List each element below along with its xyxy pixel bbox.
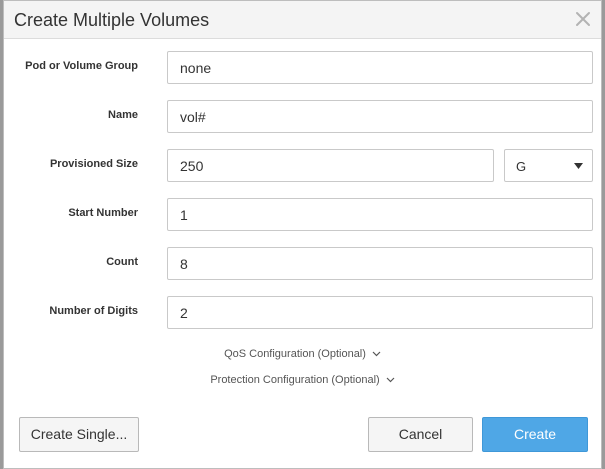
- start-row: Start Number: [4, 198, 601, 231]
- create-single-button[interactable]: Create Single...: [19, 417, 139, 452]
- pod-group-label: Pod or Volume Group: [25, 60, 138, 72]
- size-label: Provisioned Size: [49, 158, 138, 170]
- chevron-down-icon: [386, 377, 395, 383]
- close-icon[interactable]: [573, 9, 593, 29]
- dialog-title: Create Multiple Volumes: [14, 10, 210, 30]
- protection-config-label: Protection Configuration (Optional): [210, 374, 380, 387]
- qos-config-toggle[interactable]: QoS Configuration (Optional): [4, 348, 601, 360]
- protection-config-toggle[interactable]: Protection Configuration (Optional): [4, 374, 601, 386]
- chevron-down-icon: [372, 351, 381, 357]
- pod-group-row: Pod or Volume Group: [4, 51, 601, 84]
- digits-row: Number of Digits: [4, 296, 601, 329]
- start-label: Start Number: [68, 207, 138, 219]
- caret-down-icon: [574, 163, 583, 169]
- size-input[interactable]: [167, 149, 494, 182]
- cancel-button[interactable]: Cancel: [368, 417, 473, 452]
- digits-label: Number of Digits: [49, 305, 138, 317]
- name-label: Name: [108, 109, 138, 121]
- create-multiple-volumes-dialog: Create Multiple Volumes Pod or Volume Gr…: [3, 0, 602, 469]
- count-row: Count: [4, 247, 601, 280]
- pod-group-input[interactable]: [167, 51, 593, 84]
- size-unit-value: G: [516, 159, 527, 174]
- create-button[interactable]: Create: [482, 417, 588, 452]
- count-label: Count: [106, 256, 138, 268]
- qos-config-label: QoS Configuration (Optional): [224, 348, 366, 361]
- size-unit-select[interactable]: G: [504, 149, 593, 182]
- dialog-header: Create Multiple Volumes: [4, 1, 601, 39]
- count-input[interactable]: [167, 247, 593, 280]
- size-row: Provisioned Size G: [4, 149, 601, 182]
- name-row: Name: [4, 100, 601, 133]
- name-input[interactable]: [167, 100, 593, 133]
- digits-input[interactable]: [167, 296, 593, 329]
- start-number-input[interactable]: [167, 198, 593, 231]
